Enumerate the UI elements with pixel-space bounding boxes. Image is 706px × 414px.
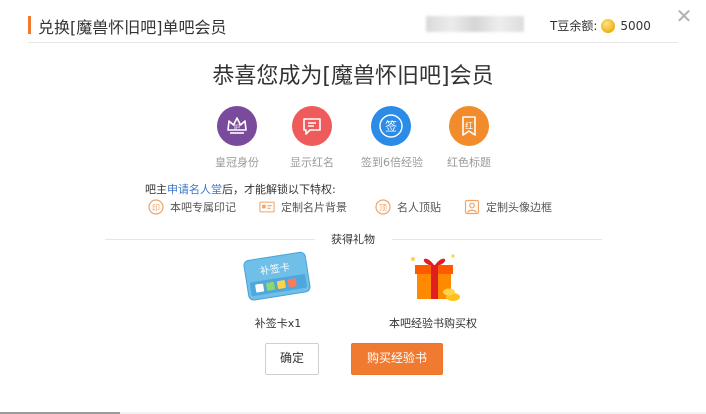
red-title-icon: 红 xyxy=(449,106,489,146)
coin-icon xyxy=(601,18,616,33)
locked-privilege-label: 名人顶贴 xyxy=(397,201,441,214)
chat-bubble-icon xyxy=(292,106,332,146)
locked-privilege-item: 顶 名人顶贴 xyxy=(375,199,441,215)
locked-privilege-item: 印 本吧专属印记 xyxy=(148,199,236,215)
card-icon xyxy=(259,199,275,215)
ok-button[interactable]: 确定 xyxy=(265,343,319,375)
buy-exp-book-button[interactable]: 购买经验书 xyxy=(351,343,443,375)
blurred-username xyxy=(426,16,524,32)
top-post-icon: 顶 xyxy=(375,199,391,215)
gift-item-makeup-card: 补签卡 补签卡x1 xyxy=(238,247,318,331)
svg-text:签: 签 xyxy=(385,119,397,134)
privilege-red-title: 红 红色标题 xyxy=(439,106,499,170)
locked-privilege-item: 定制头像边框 xyxy=(464,199,552,215)
makeup-card-icon: 补签卡 xyxy=(243,251,311,301)
locked-privilege-item: 定制名片背景 xyxy=(259,199,347,215)
unlock-suffix: 后，才能解锁以下特权: xyxy=(222,183,336,196)
seal-icon: 印 xyxy=(148,199,164,215)
svg-text:顶: 顶 xyxy=(379,204,387,213)
unlock-notice: 吧主申请名人堂后，才能解锁以下特权: xyxy=(145,181,336,197)
dialog-header: 兑换[魔兽怀旧吧]单吧会员 T豆余额: 5000 xyxy=(28,12,678,43)
svg-text:红: 红 xyxy=(465,121,473,131)
locked-privilege-label: 定制头像边框 xyxy=(486,201,552,214)
member-exchange-dialog: 兑换[魔兽怀旧吧]单吧会员 T豆余额: 5000 ✕ 恭喜您成为[魔兽怀旧吧]会… xyxy=(0,0,706,414)
title-accent-bar xyxy=(28,16,31,34)
svg-text:印: 印 xyxy=(152,204,160,213)
locked-privilege-label: 本吧专属印记 xyxy=(170,201,236,214)
close-icon[interactable]: ✕ xyxy=(675,6,693,26)
gift-box-icon xyxy=(411,254,460,301)
divider-right xyxy=(392,239,602,240)
apply-hall-of-fame-link[interactable]: 申请名人堂 xyxy=(167,183,222,196)
privilege-crown: 吧 皇冠身份 xyxy=(207,106,267,170)
gift-label: 本吧经验书购买权 xyxy=(389,317,477,330)
balance-display: T豆余额: 5000 xyxy=(550,17,651,34)
svg-text:吧: 吧 xyxy=(234,125,240,132)
privilege-label: 显示红名 xyxy=(290,156,334,169)
dialog-title: 兑换[魔兽怀旧吧]单吧会员 xyxy=(38,18,227,37)
congrats-headline: 恭喜您成为[魔兽怀旧吧]会员 xyxy=(212,64,494,89)
privilege-sign-in: 签 签到6倍经验 xyxy=(361,106,423,170)
locked-privilege-label: 定制名片背景 xyxy=(281,201,347,214)
privilege-label: 签到6倍经验 xyxy=(361,156,423,169)
privilege-label: 红色标题 xyxy=(447,156,491,169)
locked-privileges: 印 本吧专属印记 定制名片背景 顶 名人顶贴 定制头像边框 xyxy=(0,199,706,219)
unlock-prefix: 吧主 xyxy=(145,183,167,196)
avatar-frame-icon xyxy=(464,199,480,215)
sign-in-icon: 签 xyxy=(371,106,411,146)
gift-item-exp-book-right: 本吧经验书购买权 xyxy=(383,247,483,331)
privilege-red-name: 显示红名 xyxy=(282,106,342,170)
privilege-label: 皇冠身份 xyxy=(215,156,259,169)
gift-label: 补签卡x1 xyxy=(254,317,302,330)
balance-label: T豆余额: xyxy=(550,19,598,33)
crown-icon: 吧 xyxy=(217,106,257,146)
balance-value: 5000 xyxy=(620,18,651,33)
